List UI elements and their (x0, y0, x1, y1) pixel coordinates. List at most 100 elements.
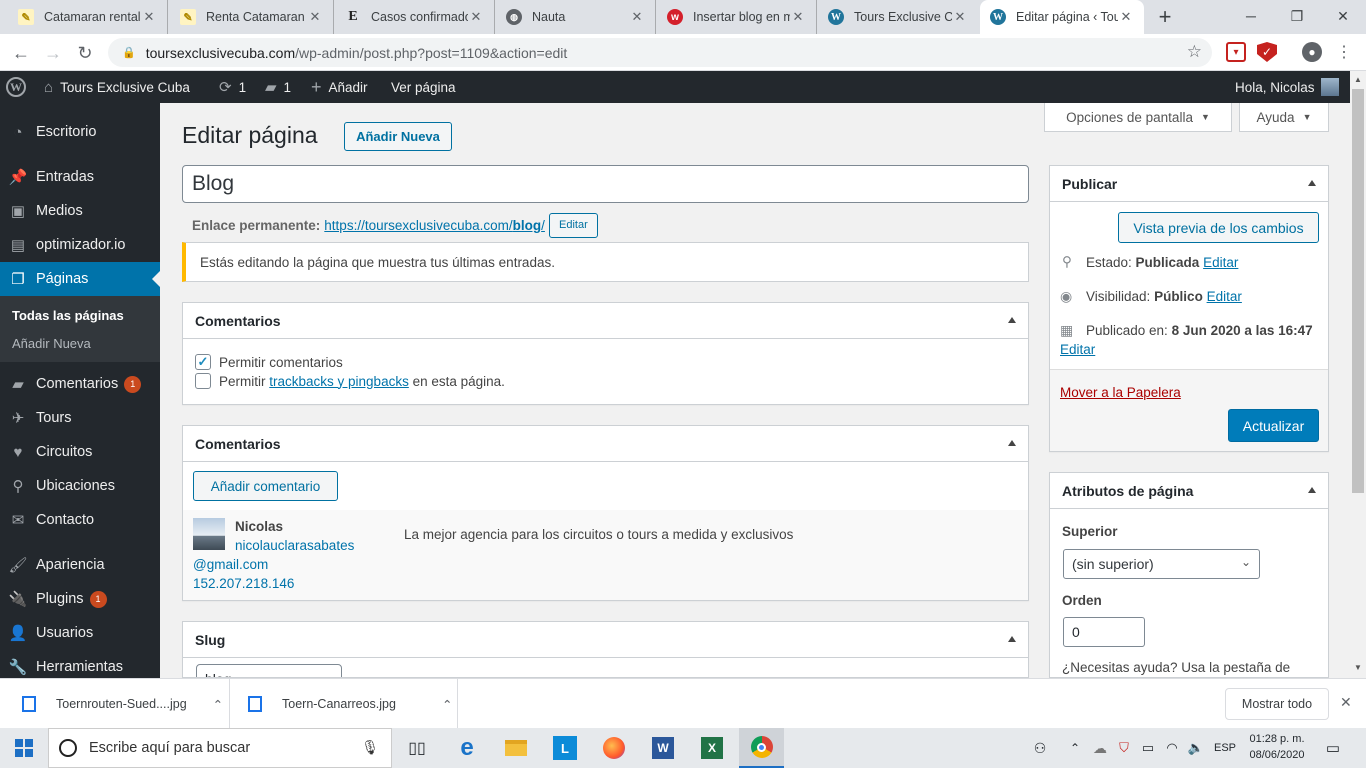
chrome-icon[interactable] (739, 728, 784, 768)
sidebar-item-apariencia[interactable]: 🖌 Apariencia (0, 548, 160, 582)
edit-status-link[interactable]: Editar (1203, 255, 1238, 270)
battery-icon[interactable]: ▭ (1138, 728, 1158, 768)
close-window-button[interactable]: ✕ (1320, 0, 1366, 32)
collapse-toggle-icon[interactable] (1008, 440, 1016, 446)
permalink-edit-button[interactable]: Editar (548, 212, 598, 238)
sidebar-item-escritorio[interactable]: ◔ Escritorio (0, 115, 160, 149)
add-new-page-button[interactable]: Añadir Nueva (344, 122, 452, 151)
sidebar-item-medios[interactable]: ▣ Medios (0, 194, 160, 228)
permalink-link[interactable]: https://toursexclusivecuba.com/blog/ (324, 218, 545, 233)
browser-tab[interactable]: w Insertar blog en m ✕ (657, 0, 817, 34)
wordpress-logo-icon[interactable]: W (6, 71, 26, 103)
preview-changes-button[interactable]: Vista previa de los cambios (1118, 212, 1319, 243)
edge-icon[interactable]: e (449, 728, 485, 768)
comment-email-link[interactable]: @gmail.com (193, 557, 268, 572)
file-explorer-icon[interactable] (498, 728, 534, 768)
sidebar-item-plugins[interactable]: 🔌 Plugins 1 (0, 582, 160, 616)
close-icon[interactable]: ✕ (1118, 9, 1134, 25)
slug-input[interactable]: blog (196, 664, 342, 677)
comment-email-link[interactable]: nicolauclarasabates (235, 538, 354, 553)
site-name-link[interactable]: ⌂ Tours Exclusive Cuba (44, 71, 190, 103)
excel-icon[interactable]: X (694, 728, 730, 768)
sidebar-item-usuarios[interactable]: 👤 Usuarios (0, 616, 160, 650)
notifications-icon[interactable]: ▭ (1320, 728, 1346, 768)
minimize-button[interactable]: ─ (1228, 0, 1274, 32)
collapse-toggle-icon[interactable] (1308, 487, 1316, 493)
language-indicator[interactable]: ESP (1212, 728, 1238, 768)
metabox-header[interactable]: Publicar (1050, 166, 1328, 202)
view-page-link[interactable]: Ver página (391, 71, 456, 103)
app-l-icon[interactable]: L (547, 728, 583, 768)
metabox-header[interactable]: Comentarios (183, 426, 1028, 462)
my-account-link[interactable]: Hola, Nicolas (1235, 71, 1339, 103)
browser-tab-active[interactable]: W Editar página ‹ Tou ✕ (980, 0, 1144, 34)
browser-tab[interactable]: W Tours Exclusive Cu ✕ (818, 0, 978, 34)
microphone-icon[interactable]: 🎙 (361, 739, 379, 756)
sidebar-item-contacto[interactable]: ✉ Contacto (0, 503, 160, 537)
profile-icon[interactable]: ● (1302, 42, 1322, 62)
sidebar-item-optimizador[interactable]: ▤ optimizador.io (0, 228, 160, 262)
task-view-icon[interactable]: ▯▯ (400, 728, 434, 768)
allow-comments-checkbox[interactable]: ✓ (195, 354, 211, 370)
firefox-icon[interactable] (596, 728, 632, 768)
pocket-extension-icon[interactable]: ▾ (1226, 42, 1246, 62)
close-icon[interactable]: ✕ (1340, 694, 1352, 711)
bookmark-star-icon[interactable]: ☆ (1187, 42, 1202, 62)
people-icon[interactable]: ⚇ (1030, 728, 1050, 768)
add-comment-button[interactable]: Añadir comentario (193, 471, 338, 501)
show-all-button[interactable]: Mostrar todo (1225, 688, 1329, 720)
comment-ip-link[interactable]: 152.207.218.146 (193, 576, 294, 591)
browser-tab[interactable]: E Casos confirmados ✕ (335, 0, 495, 34)
clock[interactable]: 01:28 p. m. 08/06/2020 (1244, 731, 1310, 765)
maximize-button[interactable]: ❐ (1274, 0, 1320, 32)
browser-tab[interactable]: ◍ Nauta ✕ (496, 0, 656, 34)
sidebar-item-circuitos[interactable]: ♥ Circuitos (0, 435, 160, 469)
antivirus-icon[interactable]: ⛉ (1114, 728, 1134, 768)
shield-extension-icon[interactable]: ✓ (1257, 42, 1277, 62)
chevron-up-icon[interactable]: ⌃ (213, 697, 223, 712)
chevron-up-icon[interactable]: ⌃ (1066, 728, 1084, 768)
reload-icon[interactable]: ↻ (72, 40, 98, 66)
sidebar-item-comentarios[interactable]: ▰ Comentarios 1 (0, 367, 160, 401)
help-button[interactable]: Ayuda ▼ (1239, 103, 1329, 132)
sidebar-item-entradas[interactable]: 📌 Entradas (0, 160, 160, 194)
order-input[interactable]: 0 (1063, 617, 1145, 647)
sidebar-item-paginas[interactable]: ❐ Páginas (0, 262, 160, 296)
sidebar-item-ubicaciones[interactable]: ⚲ Ubicaciones (0, 469, 160, 503)
close-icon[interactable]: ✕ (468, 9, 484, 25)
edit-date-link[interactable]: Editar (1060, 342, 1095, 357)
comments-link[interactable]: ▰ 1 (265, 71, 291, 103)
taskbar-search-input[interactable]: Escribe aquí para buscar 🎙 (48, 728, 392, 768)
allow-pings-checkbox[interactable] (195, 373, 211, 389)
scrollbar[interactable]: ▲ ▼ (1350, 71, 1366, 678)
windows-start-icon[interactable] (0, 728, 48, 768)
scrollbar-thumb[interactable] (1352, 89, 1364, 493)
metabox-header[interactable]: Atributos de página (1050, 473, 1328, 509)
screen-options-button[interactable]: Opciones de pantalla ▼ (1044, 103, 1232, 132)
sidebar-item-tours[interactable]: ✈ Tours (0, 401, 160, 435)
update-button[interactable]: Actualizar (1228, 409, 1319, 442)
browser-tab[interactable]: ✎ Catamaran rental ✕ (8, 0, 168, 34)
title-input[interactable]: Blog (182, 165, 1029, 203)
wifi-icon[interactable]: ◠ (1162, 728, 1182, 768)
collapse-toggle-icon[interactable] (1008, 636, 1016, 642)
word-icon[interactable]: W (645, 728, 681, 768)
download-item[interactable]: Toernrouten-Sued....jpg ⌃ (14, 679, 230, 729)
collapse-toggle-icon[interactable] (1008, 317, 1016, 323)
move-to-trash-link[interactable]: Mover a la Papelera (1060, 385, 1181, 400)
trackbacks-link[interactable]: trackbacks y pingbacks (269, 374, 409, 389)
close-icon[interactable]: ✕ (307, 9, 323, 25)
close-icon[interactable]: ✕ (952, 9, 968, 25)
scroll-up-icon[interactable]: ▲ (1354, 75, 1362, 84)
collapse-toggle-icon[interactable] (1308, 180, 1316, 186)
download-item[interactable]: Toern-Canarreos.jpg ⌃ (240, 679, 458, 729)
submenu-add-new[interactable]: Añadir Nueva (12, 336, 91, 351)
cloud-icon[interactable]: ☁ (1090, 728, 1110, 768)
forward-icon[interactable]: → (40, 40, 66, 66)
menu-icon[interactable]: ⋮ (1334, 42, 1354, 62)
add-new-link[interactable]: + Añadir (311, 71, 368, 103)
metabox-header[interactable]: Comentarios (183, 303, 1028, 339)
updates-link[interactable]: ⟳ 1 (219, 71, 246, 103)
close-icon[interactable]: ✕ (629, 9, 645, 25)
scroll-down-icon[interactable]: ▼ (1354, 663, 1362, 672)
